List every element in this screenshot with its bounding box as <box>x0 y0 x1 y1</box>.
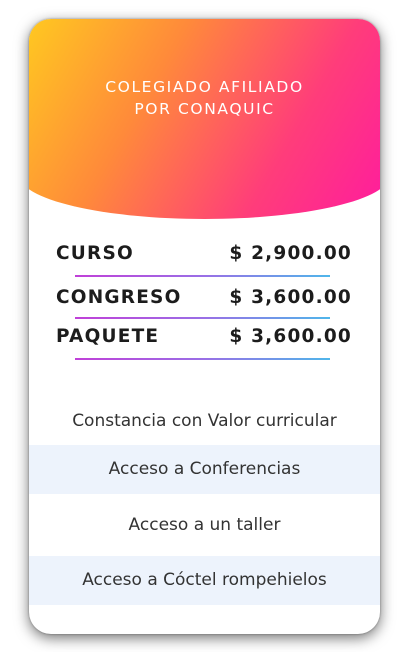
feature-item: Acceso a un taller <box>128 515 281 535</box>
price-name: PAQUETE <box>56 326 160 347</box>
card-title-line-1: COLEGIADO AFILIADO <box>105 78 304 96</box>
price-divider <box>75 317 330 319</box>
feature-item: Constancia con Valor curricular <box>72 411 337 431</box>
price-row-paquete: PAQUETE $ 3,600.00 <box>56 326 352 356</box>
card-title-line-2: POR CONAQUIC <box>134 100 275 118</box>
card-title: COLEGIADO AFILIADO POR CONAQUIC <box>29 76 380 120</box>
price-amount: $ 3,600.00 <box>229 326 352 347</box>
price-divider <box>75 275 330 277</box>
price-divider <box>75 358 330 360</box>
price-amount: $ 3,600.00 <box>229 287 352 308</box>
price-name: CURSO <box>56 243 134 264</box>
price-row-curso: CURSO $ 2,900.00 <box>56 243 352 273</box>
price-name: CONGRESO <box>56 287 182 308</box>
feature-item: Acceso a Cóctel rompehielos <box>29 556 380 605</box>
price-row-congreso: CONGRESO $ 3,600.00 <box>56 287 352 317</box>
pricing-card: COLEGIADO AFILIADO POR CONAQUIC CURSO $ … <box>29 19 380 634</box>
feature-item: Acceso a Conferencias <box>29 445 380 494</box>
price-amount: $ 2,900.00 <box>229 243 352 264</box>
